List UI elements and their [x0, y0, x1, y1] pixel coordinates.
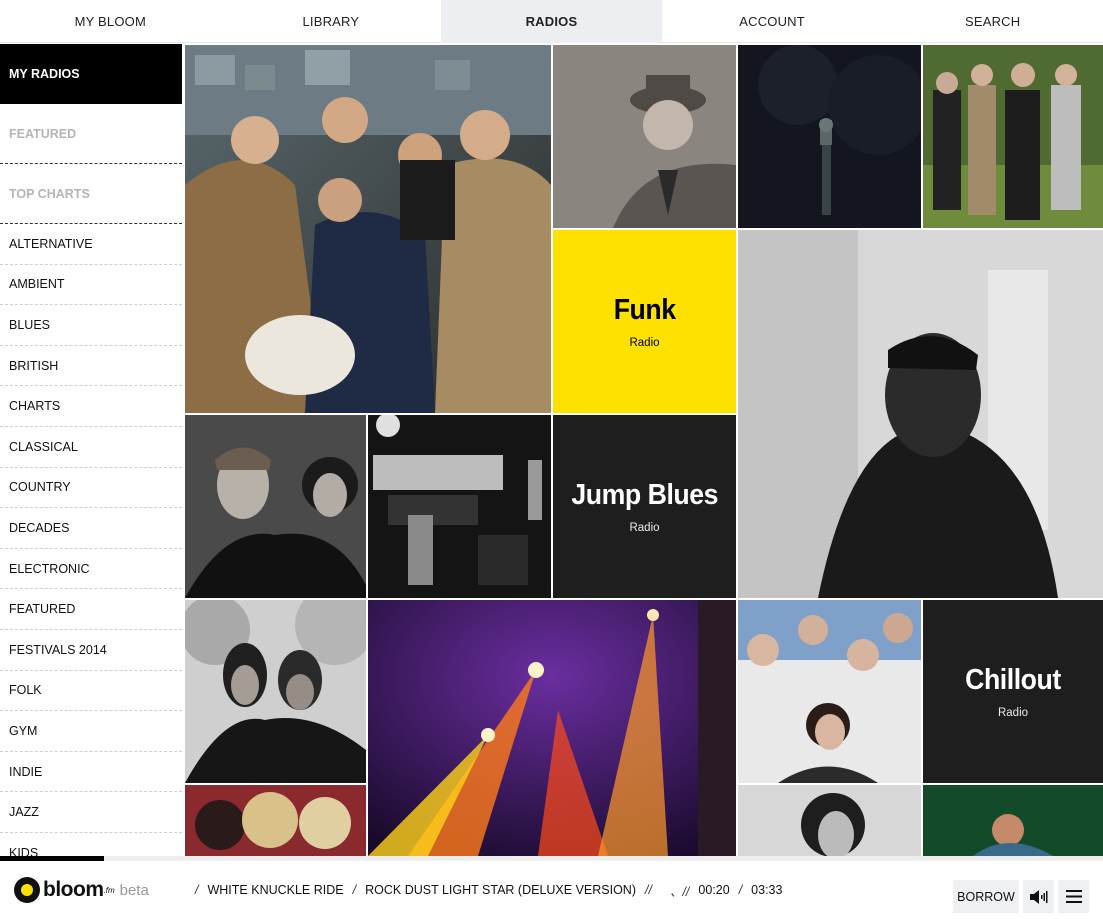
borrow-button[interactable]: BORROW: [953, 880, 1019, 913]
radio-tile-jump-blues-sub: Radio: [629, 522, 660, 534]
logo[interactable]: bloom .fm beta: [14, 877, 184, 903]
menu-icon: [1065, 890, 1082, 903]
radio-photo-singer-green[interactable]: [923, 785, 1103, 856]
separator: /: [195, 883, 199, 897]
radio-photo-stage-bw[interactable]: [368, 415, 551, 598]
sidebar-genre-charts[interactable]: CHARTS: [0, 386, 182, 427]
tab-search[interactable]: SEARCH: [882, 0, 1103, 43]
radio-tile-chillout-sub: Radio: [997, 707, 1029, 719]
sidebar-genre-blues[interactable]: BLUES: [0, 305, 182, 346]
track-title[interactable]: WHITE KNUCKLE RIDE: [207, 883, 343, 897]
sidebar-genre-kids[interactable]: KIDS: [0, 833, 182, 856]
separator: //: [645, 883, 652, 897]
tab-my-bloom[interactable]: MY BLOOM: [0, 0, 221, 43]
radio-photo-singer-bw[interactable]: [185, 415, 366, 598]
sidebar-genre-gym[interactable]: GYM: [0, 711, 182, 752]
player-controls: BORROW: [953, 880, 1089, 913]
tab-account[interactable]: ACCOUNT: [662, 0, 883, 43]
radio-photo-singer-female[interactable]: [738, 785, 921, 856]
sidebar-genre-british[interactable]: BRITISH: [0, 346, 182, 387]
radio-tile-funk-sub: Radio: [629, 337, 660, 349]
logo-fm: .fm: [103, 885, 115, 895]
radio-photo-band-group[interactable]: [738, 600, 921, 783]
sidebar-genre-alternative[interactable]: ALTERNATIVE: [0, 224, 182, 265]
now-playing: / WHITE KNUCKLE RIDE / ROCK DUST LIGHT S…: [186, 881, 782, 900]
player-bar: bloom .fm beta / WHITE KNUCKLE RIDE / ROC…: [0, 861, 1103, 919]
sidebar: MY RADIOS FEATURED TOP CHARTS ALTERNATIV…: [0, 44, 182, 856]
app-root: MY BLOOM LIBRARY RADIOS ACCOUNT SEARCH M…: [0, 0, 1103, 919]
separator: 、//: [669, 884, 690, 899]
radio-tile-chillout[interactable]: Chillout Radio: [923, 600, 1103, 783]
separator: /: [738, 883, 743, 897]
radio-tile-funk-name: Funk: [613, 294, 676, 326]
radio-grid: Funk Radio Jump Blues Radio Chillout Rad…: [185, 45, 1103, 856]
top-nav: MY BLOOM LIBRARY RADIOS ACCOUNT SEARCH: [0, 0, 1103, 43]
sidebar-genre-indie[interactable]: INDIE: [0, 752, 182, 793]
separator: /: [352, 883, 357, 897]
sidebar-item-top-charts[interactable]: TOP CHARTS: [0, 164, 182, 224]
logo-beta: beta: [119, 881, 149, 899]
radio-tile-funk[interactable]: Funk Radio: [553, 230, 736, 413]
radio-tile-chillout-name: Chillout: [965, 664, 1061, 696]
tab-radios[interactable]: RADIOS: [441, 0, 662, 43]
radio-photo-dark-forest[interactable]: [738, 45, 921, 228]
duration-time: 03:33: [751, 883, 783, 897]
radio-tile-jump-blues[interactable]: Jump Blues Radio: [553, 415, 736, 598]
sidebar-genre-festivals-2014[interactable]: FESTIVALS 2014: [0, 630, 182, 671]
sidebar-genre-featured[interactable]: FEATURED: [0, 589, 182, 630]
sidebar-genre-electronic[interactable]: ELECTRONIC: [0, 549, 182, 590]
sidebar-genre-classical[interactable]: CLASSICAL: [0, 427, 182, 468]
sidebar-genre-jazz[interactable]: JAZZ: [0, 792, 182, 833]
volume-icon: [1029, 889, 1047, 904]
radio-photo-concert-lights[interactable]: [368, 600, 736, 856]
sidebar-genre-folk[interactable]: FOLK: [0, 671, 182, 712]
sidebar-item-my-radios[interactable]: MY RADIOS: [0, 44, 182, 104]
radio-photo-band-field[interactable]: [923, 45, 1103, 228]
radio-photo-band-large[interactable]: [185, 45, 551, 413]
radio-photo-band-bw-trees[interactable]: [185, 600, 366, 783]
menu-button[interactable]: [1058, 880, 1089, 913]
radio-tile-jump-blues-name: Jump Blues: [571, 479, 718, 511]
sidebar-genre-ambient[interactable]: AMBIENT: [0, 265, 182, 306]
radio-photo-sinatra[interactable]: [553, 45, 736, 228]
sidebar-genre-decades[interactable]: DECADES: [0, 508, 182, 549]
radio-photo-glam-band[interactable]: [185, 785, 366, 856]
sidebar-item-featured[interactable]: FEATURED: [0, 104, 182, 164]
logo-icon: [14, 877, 40, 903]
volume-button[interactable]: [1023, 880, 1054, 913]
sidebar-genre-country[interactable]: COUNTRY: [0, 468, 182, 509]
elapsed-time: 00:20: [698, 883, 730, 897]
tab-library[interactable]: LIBRARY: [221, 0, 442, 43]
logo-word: bloom: [43, 878, 104, 901]
album-title[interactable]: ROCK DUST LIGHT STAR (DELUXE VERSION): [365, 883, 636, 897]
radio-photo-portrait-large[interactable]: [738, 230, 1103, 598]
